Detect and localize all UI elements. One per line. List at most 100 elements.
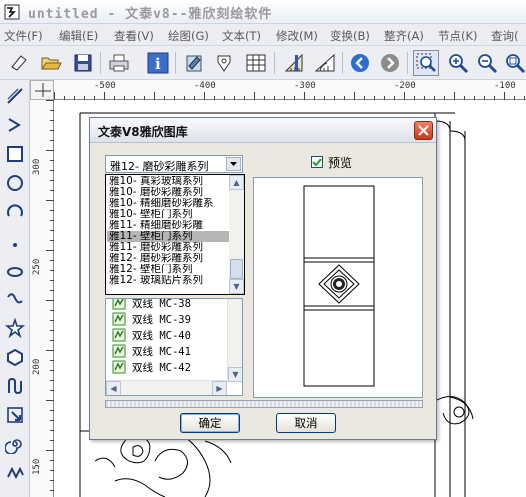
arc-tool-icon[interactable] <box>3 200 27 224</box>
preview-checkbox[interactable] <box>311 156 323 168</box>
pick-tool-icon[interactable] <box>3 403 27 427</box>
dropdown-option[interactable]: 雅10- 磨砂彩雕系列 <box>107 187 229 198</box>
vertical-ruler: 300 250 200 150 <box>30 100 54 497</box>
toolbar-separator <box>100 52 101 74</box>
dialog-title: 文泰V8雅欣图库 <box>98 125 188 139</box>
tree-vertical-scrollbar[interactable]: ▼ <box>227 299 242 382</box>
scroll-thumb[interactable] <box>230 259 243 279</box>
zigzag-tool-icon[interactable] <box>3 461 27 485</box>
dropdown-option[interactable]: 雅12- 壁柜门系列 <box>107 264 229 275</box>
ruler-label: -400 <box>194 81 216 91</box>
dropdown-option[interactable]: 雅12- 磨砂彩雕系列 <box>107 253 229 264</box>
import-icon[interactable] <box>181 50 207 76</box>
ring-tool-icon[interactable] <box>3 258 27 282</box>
tree-item-label: 双线 MC-39 <box>132 314 191 326</box>
ruler-label: -300 <box>294 81 316 91</box>
toolbar-separator <box>407 52 408 74</box>
back-arrow-icon[interactable] <box>347 50 373 76</box>
curve-tool-icon[interactable] <box>3 374 27 398</box>
zoom-box-icon[interactable] <box>413 50 439 76</box>
pattern-file-icon <box>112 312 126 326</box>
dropdown-option[interactable]: 雅10- 真彩玻璃系列 <box>107 176 229 187</box>
ruler-label: 250 <box>32 258 42 275</box>
zoom-in-icon[interactable] <box>445 50 471 76</box>
wave-tool-icon[interactable] <box>3 287 27 311</box>
scroll-left-icon[interactable]: ◀ <box>106 381 121 395</box>
horizontal-ruler: -500 -400 -300 -200 -100 <box>54 80 526 100</box>
print-icon[interactable] <box>106 50 132 76</box>
tree-horizontal-scrollbar[interactable]: ◀ ▶ <box>106 380 227 395</box>
zoom-out-icon[interactable] <box>474 50 500 76</box>
title-bar: untitled - 文泰v8--雅欣刻绘软件 <box>0 0 526 24</box>
cancel-button[interactable]: 取消 <box>276 413 336 433</box>
checkmark-icon <box>312 158 322 167</box>
spiral-tool-icon[interactable] <box>3 432 27 456</box>
menu-transform[interactable]: 变换(B) <box>330 28 370 44</box>
pattern-file-icon <box>112 344 126 358</box>
zoom-fit-icon[interactable] <box>502 50 526 76</box>
pattern-file-icon <box>112 360 126 374</box>
close-icon[interactable] <box>414 121 433 140</box>
tree-item-label: 双线 MC-38 <box>132 298 191 310</box>
dropdown-option[interactable]: 雅11- 精细磨砂彩雕 <box>107 220 229 231</box>
app-logo-icon <box>4 4 20 20</box>
scroll-right-icon[interactable]: ▶ <box>212 381 227 395</box>
tool-palette <box>0 80 30 497</box>
polygon-tool-icon[interactable] <box>3 345 27 369</box>
ruler-label: 150 <box>32 458 42 475</box>
dropdown-option[interactable]: 雅12- 玻璃贴片系列 <box>107 275 229 286</box>
menu-modify[interactable]: 修改(M) <box>276 28 318 44</box>
ruler-label: -200 <box>394 81 416 91</box>
preview-label: 预览 <box>328 156 353 170</box>
tree-item-label: 双线 MC-42 <box>132 362 191 374</box>
menu-text[interactable]: 文本(T) <box>222 28 261 44</box>
pen-icon[interactable] <box>212 50 238 76</box>
dropdown-option[interactable]: 雅10- 壁柜门系列 <box>107 209 229 220</box>
point-tool-icon[interactable] <box>3 229 27 253</box>
app-window: untitled - 文泰v8--雅欣刻绘软件 文件(F) 编辑(E) 查看(V… <box>0 0 526 497</box>
scroll-down-icon[interactable]: ▼ <box>228 367 242 382</box>
open-folder-icon[interactable] <box>38 50 64 76</box>
loading-progress <box>105 400 423 408</box>
ruler-label: 300 <box>32 158 42 175</box>
new-doc-icon[interactable] <box>6 50 32 76</box>
dialog-title-bar[interactable]: 文泰V8雅欣图库 <box>90 118 436 143</box>
dropdown-option[interactable]: 雅10- 精细磨砂彩雕系 <box>107 198 229 209</box>
menu-edit[interactable]: 编辑(E) <box>59 28 98 44</box>
forward-arrow-icon[interactable] <box>377 50 403 76</box>
protractor-icon[interactable] <box>312 50 338 76</box>
info-icon[interactable]: i <box>145 50 171 76</box>
window-title: untitled - 文泰v8--雅欣刻绘软件 <box>28 7 273 22</box>
polyline-tool-icon[interactable] <box>3 113 27 137</box>
svg-text:i: i <box>155 55 161 73</box>
door-pattern-preview <box>303 185 375 387</box>
category-combo-value: 雅12- 磨砂彩雕系列 <box>110 160 209 173</box>
save-disk-icon[interactable] <box>70 50 96 76</box>
chevron-down-icon[interactable] <box>226 157 241 171</box>
ruler-corner[interactable] <box>30 80 54 100</box>
menu-draw[interactable]: 绘图(G) <box>168 28 209 44</box>
dropdown-option-selected[interactable]: 雅11- 壁柜门系列 <box>107 231 229 242</box>
category-combo[interactable]: 雅12- 磨砂彩雕系列 <box>105 155 243 173</box>
star-tool-icon[interactable] <box>3 316 27 340</box>
category-dropdown-list[interactable]: 雅10- 真彩玻璃系列 雅10- 磨砂彩雕系列 雅10- 精细磨砂彩雕系 雅10… <box>105 174 245 295</box>
menu-align[interactable]: 整齐(A) <box>384 28 424 44</box>
line-tool-icon[interactable] <box>3 84 27 108</box>
rectangle-tool-icon[interactable] <box>3 142 27 166</box>
pattern-file-icon <box>112 328 126 342</box>
menu-view[interactable]: 查看(V) <box>114 28 154 44</box>
scroll-down-icon[interactable]: ▼ <box>229 279 244 294</box>
ruler-measure-icon[interactable] <box>281 50 307 76</box>
scroll-up-icon[interactable]: ▲ <box>229 175 244 190</box>
dropdown-option[interactable]: 雅11- 磨砂彩雕系列 <box>107 242 229 253</box>
menu-node[interactable]: 节点(K) <box>438 28 478 44</box>
preview-pane <box>253 177 423 398</box>
menu-query[interactable]: 查询( <box>491 28 519 44</box>
table-icon[interactable] <box>243 50 269 76</box>
dropdown-scrollbar[interactable]: ▲ ▼ <box>229 175 244 294</box>
ok-button[interactable]: 确定 <box>180 413 240 433</box>
menu-bar: 文件(F) 编辑(E) 查看(V) 绘图(G) 文本(T) 修改(M) 变换(B… <box>0 24 526 46</box>
ellipse-tool-icon[interactable] <box>3 171 27 195</box>
menu-file[interactable]: 文件(F) <box>4 28 43 44</box>
pattern-tree[interactable]: 双线 MC-38 双线 MC-39 双线 MC-40 双线 MC-41 双线 M… <box>105 298 243 396</box>
